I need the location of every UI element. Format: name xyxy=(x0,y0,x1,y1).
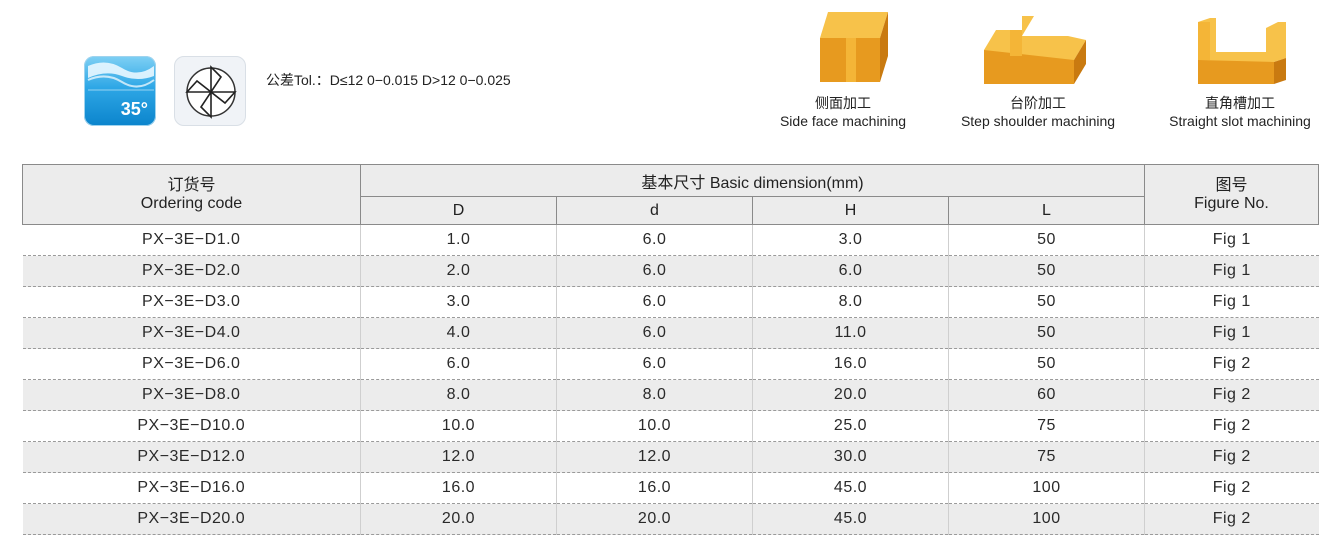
basic-dimension-header: 基本尺寸 Basic dimension(mm) xyxy=(359,164,1146,197)
ordering-code-header-zh: 订货号 xyxy=(167,176,216,194)
side-face-en: Side face machining xyxy=(779,113,907,129)
table-row: PX−3E−D12.0 12.0 12.0 30.0 75 Fig 2 xyxy=(22,441,1319,473)
cell-H: 30.0 xyxy=(752,441,949,473)
ordering-code-header: 订货号 Ordering code xyxy=(22,164,361,225)
cell-fig: Fig 1 xyxy=(1144,317,1319,349)
cell-code: PX−3E−D1.0 xyxy=(22,224,361,256)
cell-L: 100 xyxy=(947,503,1145,535)
table-row: PX−3E−D6.0 6.0 6.0 16.0 50 Fig 2 xyxy=(22,348,1319,380)
table-row: PX−3E−D8.0 8.0 8.0 20.0 60 Fig 2 xyxy=(22,379,1319,411)
cell-fig: Fig 1 xyxy=(1144,255,1319,287)
cell-d: 16.0 xyxy=(556,472,753,504)
cell-fig: Fig 2 xyxy=(1144,472,1319,504)
cell-D: 20.0 xyxy=(360,503,557,535)
cell-H: 45.0 xyxy=(752,472,949,504)
cell-code: PX−3E−D16.0 xyxy=(22,472,361,504)
figure-no-header-en: Figure No. xyxy=(1194,194,1269,212)
cell-d: 6.0 xyxy=(556,317,753,349)
cell-fig: Fig 2 xyxy=(1144,503,1319,535)
col-header-D: D xyxy=(360,196,557,225)
cell-d: 6.0 xyxy=(556,255,753,287)
cell-d: 20.0 xyxy=(556,503,753,535)
cell-D: 10.0 xyxy=(360,410,557,442)
table-row: PX−3E−D16.0 16.0 16.0 45.0 100 Fig 2 xyxy=(22,472,1319,504)
table-row: PX−3E−D20.0 20.0 20.0 45.0 100 Fig 2 xyxy=(22,503,1319,535)
helix-angle-label: 35° xyxy=(120,99,148,119)
cell-fig: Fig 1 xyxy=(1144,286,1319,318)
cell-fig: Fig 2 xyxy=(1144,410,1319,442)
cell-L: 75 xyxy=(947,441,1145,473)
cell-H: 11.0 xyxy=(752,317,949,349)
cell-fig: Fig 2 xyxy=(1144,348,1319,380)
header-area: 35° 公差Tol.：D≤12 0−0.015 D>12 0−0.025 侧面加… xyxy=(0,0,1340,160)
cell-code: PX−3E−D3.0 xyxy=(22,286,361,318)
figure-no-header: 图号 Figure No. xyxy=(1144,164,1320,225)
cell-L: 75 xyxy=(947,410,1145,442)
cell-code: PX−3E−D20.0 xyxy=(22,503,361,535)
cell-d: 6.0 xyxy=(556,286,753,318)
cell-D: 6.0 xyxy=(360,348,557,380)
step-shoulder-en: Step shoulder machining xyxy=(960,113,1116,129)
cell-d: 10.0 xyxy=(556,410,753,442)
table-row: PX−3E−D4.0 4.0 6.0 11.0 50 Fig 1 xyxy=(22,317,1319,349)
cell-d: 6.0 xyxy=(556,224,753,256)
tolerance-text: 公差Tol.：D≤12 0−0.015 D>12 0−0.025 xyxy=(266,72,511,88)
side-face-illustration xyxy=(820,12,888,82)
figure-no-header-zh: 图号 xyxy=(1215,176,1248,194)
side-face-machining: 侧面加工 Side face machining xyxy=(770,0,916,130)
cell-code: PX−3E−D12.0 xyxy=(22,441,361,473)
cell-D: 2.0 xyxy=(360,255,557,287)
table-row: PX−3E−D3.0 3.0 6.0 8.0 50 Fig 1 xyxy=(22,286,1319,318)
cell-L: 100 xyxy=(947,472,1145,504)
side-face-zh: 侧面加工 xyxy=(815,96,871,112)
col-header-d: d xyxy=(556,196,753,225)
cell-H: 16.0 xyxy=(752,348,949,380)
cell-H: 25.0 xyxy=(752,410,949,442)
step-shoulder-illustration xyxy=(984,16,1086,84)
table-row: PX−3E−D2.0 2.0 6.0 6.0 50 Fig 1 xyxy=(22,255,1319,287)
cell-L: 50 xyxy=(947,348,1145,380)
col-header-L: L xyxy=(947,196,1146,225)
ordering-code-header-en: Ordering code xyxy=(140,194,243,212)
cell-fig: Fig 2 xyxy=(1144,379,1319,411)
cell-fig: Fig 1 xyxy=(1144,224,1319,256)
cell-d: 12.0 xyxy=(556,441,753,473)
table-row: PX−3E−D1.0 1.0 6.0 3.0 50 Fig 1 xyxy=(22,224,1319,256)
cell-d: 8.0 xyxy=(556,379,753,411)
cell-D: 12.0 xyxy=(360,441,557,473)
cell-D: 4.0 xyxy=(360,317,557,349)
cell-D: 8.0 xyxy=(360,379,557,411)
cell-code: PX−3E−D4.0 xyxy=(22,317,361,349)
cell-code: PX−3E−D6.0 xyxy=(22,348,361,380)
table-row: PX−3E−D10.0 10.0 10.0 25.0 75 Fig 2 xyxy=(22,410,1319,442)
cell-code: PX−3E−D2.0 xyxy=(22,255,361,287)
cell-d: 6.0 xyxy=(556,348,753,380)
cell-H: 20.0 xyxy=(752,379,949,411)
cell-H: 3.0 xyxy=(752,224,949,256)
cell-code: PX−3E−D10.0 xyxy=(22,410,361,442)
cell-L: 60 xyxy=(947,379,1145,411)
cell-D: 16.0 xyxy=(360,472,557,504)
straight-slot-zh: 直角槽加工 xyxy=(1205,96,1275,112)
cell-D: 3.0 xyxy=(360,286,557,318)
cell-H: 8.0 xyxy=(752,286,949,318)
spec-table: 订货号 Ordering code 基本尺寸 Basic dimension(m… xyxy=(22,164,1320,535)
cell-L: 50 xyxy=(947,317,1145,349)
cell-H: 6.0 xyxy=(752,255,949,287)
cell-H: 45.0 xyxy=(752,503,949,535)
cell-D: 1.0 xyxy=(360,224,557,256)
cell-code: PX−3E−D8.0 xyxy=(22,379,361,411)
cell-L: 50 xyxy=(947,224,1145,256)
cell-L: 50 xyxy=(947,255,1145,287)
col-header-H: H xyxy=(752,196,949,225)
straight-slot-en: Straight slot machining xyxy=(1169,113,1311,129)
helix-angle-icon: 35° xyxy=(84,56,156,126)
step-shoulder-machining: 台阶加工 Step shoulder machining xyxy=(948,0,1128,130)
cell-L: 50 xyxy=(947,286,1145,318)
four-flute-icon xyxy=(174,56,246,126)
straight-slot-illustration xyxy=(1198,18,1286,84)
straight-slot-machining: 直角槽加工 Straight slot machining xyxy=(1158,0,1322,130)
cell-fig: Fig 2 xyxy=(1144,441,1319,473)
step-shoulder-zh: 台阶加工 xyxy=(1010,96,1066,112)
